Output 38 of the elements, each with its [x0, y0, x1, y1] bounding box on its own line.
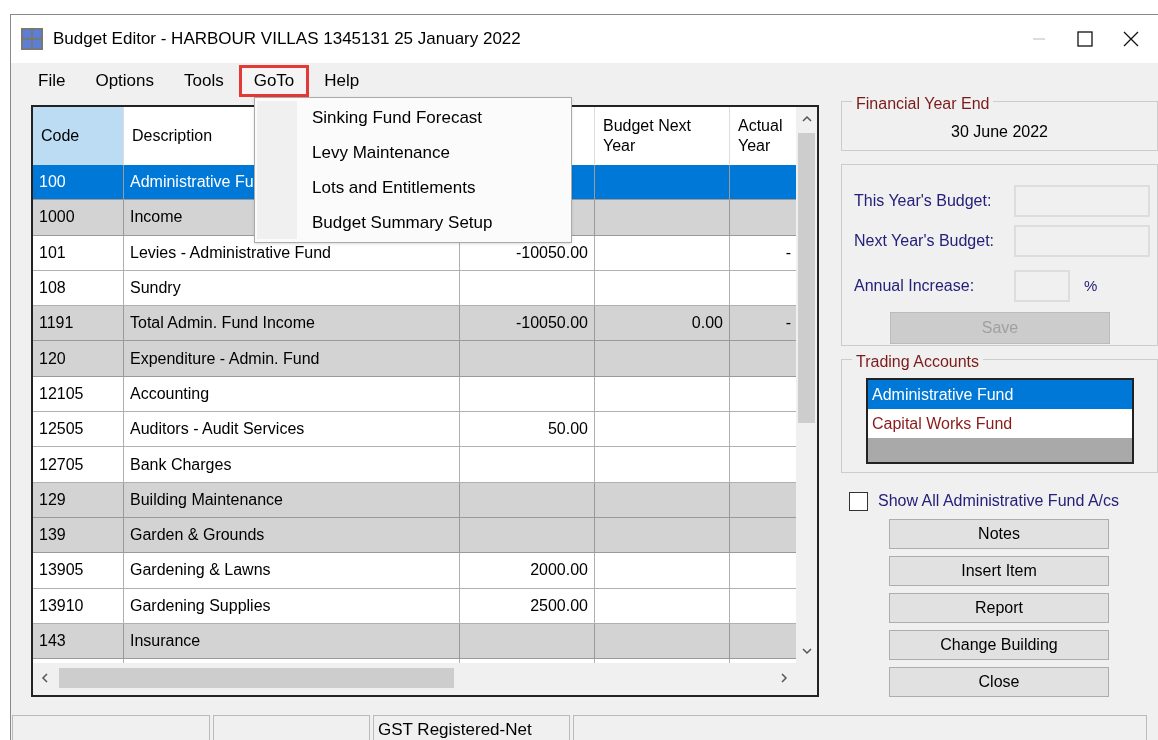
date-value: 30 June 2022: [951, 122, 1048, 142]
percent-sign: %: [1084, 275, 1098, 296]
table-cell: 129: [33, 482, 124, 517]
table-cell: 1000: [33, 200, 124, 235]
table-cell: 143: [33, 623, 124, 659]
table-cell: 12105: [33, 376, 124, 412]
table-cell: 12705: [33, 447, 124, 482]
table-cell: 108: [33, 270, 124, 306]
status-pane: GST Registered-Net: [373, 715, 570, 740]
table-cell: -10050.00: [460, 306, 595, 341]
table-cell: 2000.00: [460, 553, 595, 588]
checkbox-label: Show All Administrative Fund A/cs: [878, 491, 1119, 511]
table-cell: 13905: [33, 553, 124, 588]
table-cell: Insurance: [124, 623, 460, 659]
table-cell: Building Maintenance: [124, 482, 460, 517]
table-cell: Gardening Supplies: [124, 588, 460, 623]
field-label: Next Year's Budget:: [854, 231, 996, 251]
window-title: Budget Editor - HARBOUR VILLAS 1345131 25 January 2022: [53, 28, 521, 51]
table-cell: Auditors - Audit Services: [124, 412, 460, 447]
table-cell: 13910: [33, 588, 124, 623]
table-cell: Sundry: [124, 270, 460, 306]
table-cell: Garden & Grounds: [124, 517, 460, 553]
table-cell: Bank Charges: [124, 447, 460, 482]
table-cell: 1191: [33, 306, 124, 341]
table-cell: Accounting: [124, 376, 460, 412]
table-cell: 12505: [33, 412, 124, 447]
table-cell: 101: [33, 235, 124, 270]
field-label: This Year's Budget:: [854, 191, 993, 211]
table-cell: 100: [33, 165, 124, 200]
table-cell: 120: [33, 341, 124, 376]
table-cell: Expenditure - Admin. Fund: [124, 341, 460, 376]
table-cell: 2500.00: [460, 588, 595, 623]
table-cell: 0.00: [595, 306, 730, 341]
field-label: Annual Increase:: [854, 276, 976, 296]
table-cell: 139: [33, 517, 124, 553]
table-cell: Total Admin. Fund Income: [124, 306, 460, 341]
table-cell: Gardening & Lawns: [124, 553, 460, 588]
table-cell: 50.00: [460, 412, 595, 447]
